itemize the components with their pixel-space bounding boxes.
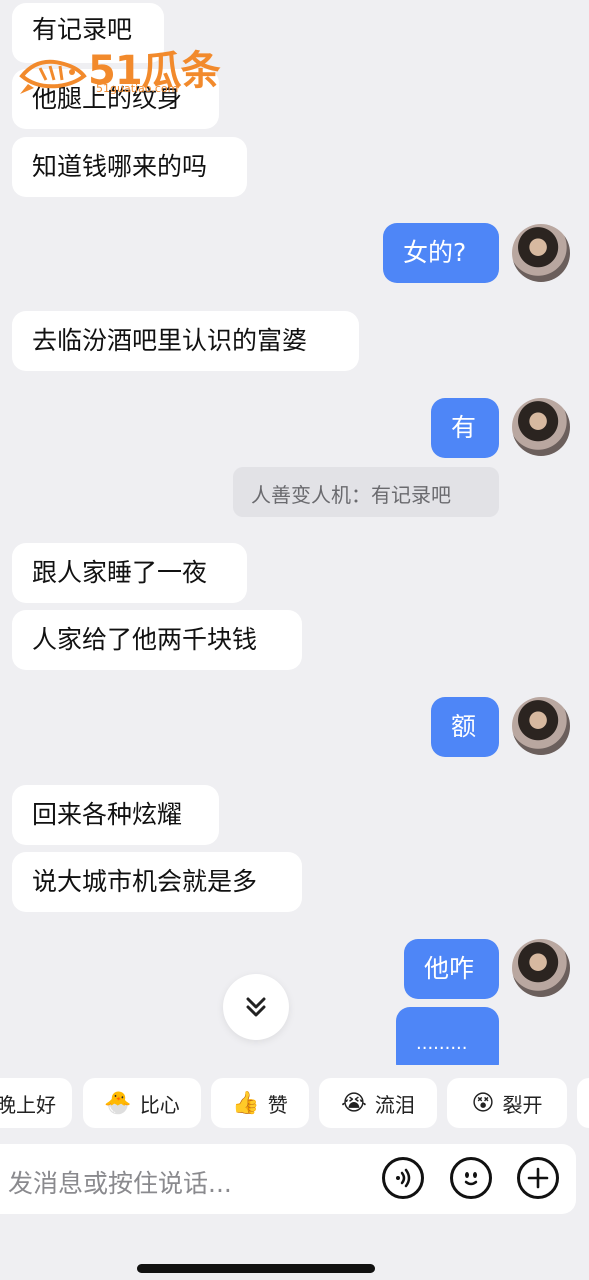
avatar[interactable] — [512, 398, 570, 456]
message-bubble[interactable]: 女的? — [383, 223, 499, 283]
quick-reactions-bar: 晚上好 🐣 比心 👍 赞 😭 流泪 😵 裂开 — [0, 1078, 589, 1130]
chick-heart-icon: 🐣 — [104, 1090, 132, 1116]
chevron-double-down-icon — [246, 997, 266, 1017]
reaction-chip[interactable]: 👍 赞 — [211, 1078, 309, 1128]
voice-icon — [396, 1168, 411, 1188]
home-indicator[interactable] — [137, 1264, 375, 1273]
cracked-face-icon: 😵 — [471, 1090, 495, 1116]
reaction-chip[interactable]: 晚上好 — [0, 1078, 72, 1128]
message-bubble[interactable]: 有 — [431, 398, 499, 458]
quoted-reply[interactable]: 人善变人机：有记录吧 — [233, 467, 499, 517]
message-bubble[interactable]: ......... — [396, 1007, 499, 1065]
reaction-chip[interactable]: 🐣 比心 — [83, 1078, 201, 1128]
watermark-logo: 51瓜条 51guatiao.com — [18, 38, 221, 96]
message-input[interactable]: 发消息或按住说话... — [8, 1164, 232, 1200]
reaction-chip[interactable] — [577, 1078, 589, 1128]
reaction-label: 比心 — [139, 1092, 180, 1117]
thumbs-up-icon: 👍 — [232, 1090, 260, 1116]
emoji-icon — [464, 1172, 478, 1186]
emoji-button[interactable] — [450, 1157, 492, 1199]
chat-area[interactable]: 有记录吧 他腿上的纹身 51瓜条 51guatiao.com 知道钱哪来的吗 女… — [0, 0, 589, 1065]
message-bubble[interactable]: 说大城市机会就是多 — [12, 852, 302, 912]
voice-button[interactable] — [382, 1157, 424, 1199]
message-bubble[interactable]: 额 — [431, 697, 499, 757]
reaction-chip[interactable]: 😵 裂开 — [447, 1078, 567, 1128]
message-bubble[interactable]: 回来各种炫耀 — [12, 785, 219, 845]
message-bubble[interactable]: 他咋 — [404, 939, 499, 999]
crying-face-icon: 😭 — [341, 1090, 367, 1116]
avatar[interactable] — [512, 939, 570, 997]
message-bubble[interactable]: 知道钱哪来的吗 — [12, 137, 247, 197]
reaction-chip[interactable]: 😭 流泪 — [319, 1078, 437, 1128]
fish-logo-icon — [19, 59, 87, 94]
message-input-bar[interactable]: 发消息或按住说话... — [0, 1144, 576, 1214]
scroll-to-bottom-button[interactable] — [223, 974, 289, 1040]
avatar[interactable] — [512, 224, 570, 282]
avatar[interactable] — [512, 697, 570, 755]
message-bubble[interactable]: 去临汾酒吧里认识的富婆 — [12, 311, 359, 371]
watermark-url: 51guatiao.com — [96, 82, 179, 95]
reaction-label: 裂开 — [502, 1092, 543, 1117]
plus-icon — [527, 1167, 549, 1189]
message-bubble[interactable]: 跟人家睡了一夜 — [12, 543, 247, 603]
message-bubble[interactable]: 人家给了他两千块钱 — [12, 610, 302, 670]
reaction-label: 晚上好 — [0, 1092, 56, 1117]
reaction-label: 流泪 — [374, 1092, 415, 1117]
add-button[interactable] — [517, 1157, 559, 1199]
reaction-label: 赞 — [267, 1092, 288, 1117]
